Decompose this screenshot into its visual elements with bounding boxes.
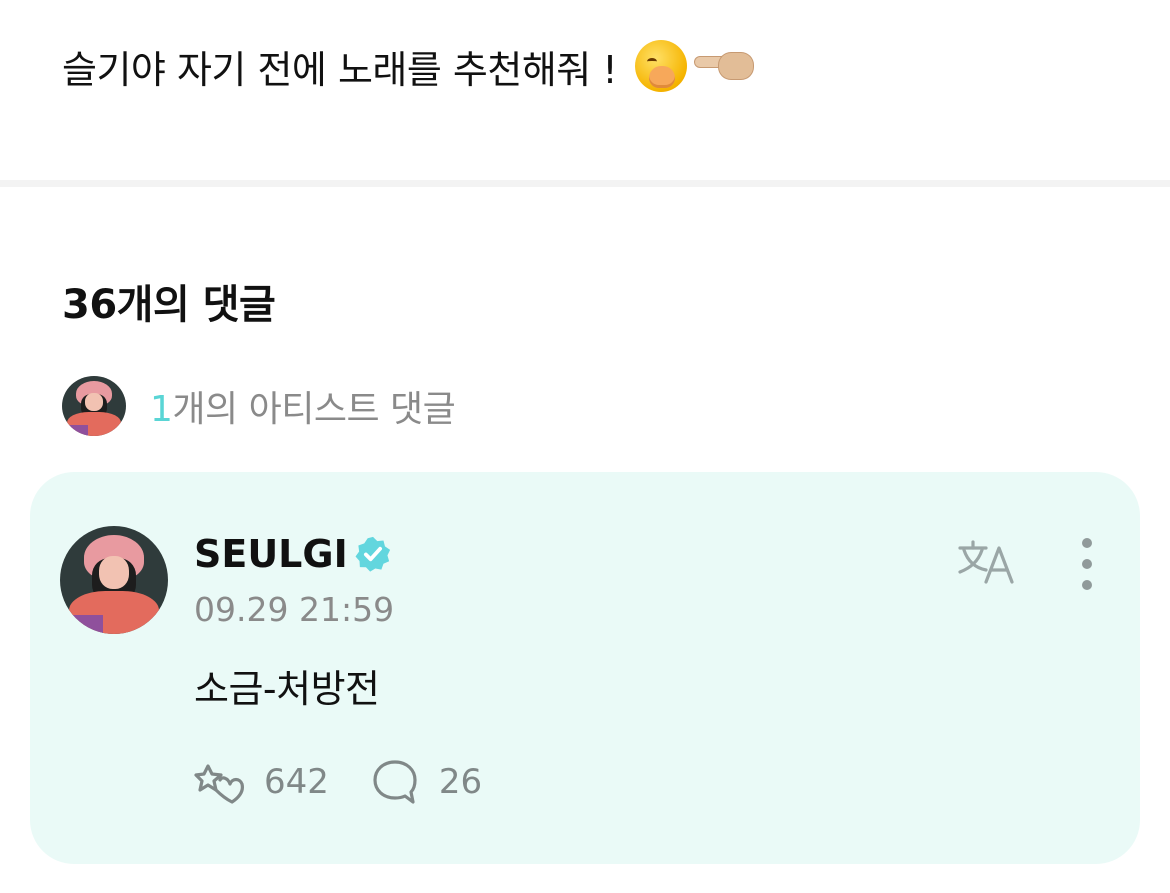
like-button[interactable]: 642 xyxy=(194,756,329,808)
translate-icon[interactable] xyxy=(956,536,1020,588)
comment-author-name[interactable]: SEULGI xyxy=(194,532,348,576)
reply-button[interactable]: 26 xyxy=(369,756,482,808)
speech-bubble-icon xyxy=(373,760,417,804)
artist-comments-label: 1개의 아티스트 댓글 xyxy=(150,380,456,432)
yawning-face-emoji-icon xyxy=(635,40,688,92)
reply-count: 26 xyxy=(438,762,483,802)
like-count: 642 xyxy=(264,762,329,802)
comment-actions: 642 26 xyxy=(194,756,482,808)
avatar[interactable] xyxy=(60,526,168,634)
section-divider xyxy=(0,180,1170,187)
artist-avatar-small xyxy=(62,376,126,436)
heart-cheer-icon xyxy=(194,764,244,804)
artist-comments-count: 1 xyxy=(150,389,173,430)
comment-timestamp: 09.29 21:59 xyxy=(194,590,395,629)
artist-comments-summary[interactable]: 1개의 아티스트 댓글 xyxy=(62,376,456,436)
comment-body: 소금-처방전 xyxy=(194,667,380,711)
post-text: 슬기야 자기 전에 노래를 추천해줘 ! xyxy=(62,47,618,92)
artist-comment-card: SEULGI 09.29 21:59 소금-처방전 642 26 xyxy=(30,472,1140,864)
pointing-hand-emoji-icon xyxy=(695,49,755,83)
comments-count-heading: 36개의 댓글 xyxy=(62,282,276,328)
artist-comments-text: 개의 아티스트 댓글 xyxy=(172,389,456,430)
comment-author-row: SEULGI xyxy=(194,532,392,576)
verified-badge-icon xyxy=(355,536,390,572)
post-content: 슬기야 자기 전에 노래를 추천해줘 ! xyxy=(62,36,755,96)
more-vertical-icon xyxy=(1082,538,1092,548)
more-options-button[interactable] xyxy=(1070,538,1104,590)
